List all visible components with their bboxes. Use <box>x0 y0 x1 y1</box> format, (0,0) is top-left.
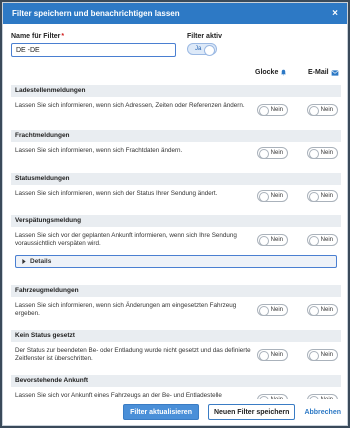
required-mark: * <box>61 33 65 40</box>
section-title: Frachtmeldungen <box>11 130 341 142</box>
section-body: Der Status zur beendeten Be- oder Entlad… <box>11 342 341 375</box>
section-verspaetung: Verspätungsmeldung Lassen Sie sich vor d… <box>11 215 341 285</box>
dialog-title: Filter speichern und benachrichtigen las… <box>12 9 180 18</box>
section-body: Lassen Sie sich informieren, wenn sich d… <box>11 185 341 215</box>
section-title: Statusmeldungen <box>11 173 341 185</box>
bell-toggle[interactable]: Nein <box>257 147 288 159</box>
email-toggle[interactable]: Nein <box>307 190 338 202</box>
section-fahrzeug: Fahrzeugmeldungen Lassen Sie sich inform… <box>11 285 341 330</box>
section-status: Statusmeldungen Lassen Sie sich informie… <box>11 173 341 215</box>
filter-name-input[interactable] <box>11 43 176 57</box>
section-title: Bevorstehende Ankunft <box>11 375 341 387</box>
section-title: Fahrzeugmeldungen <box>11 285 341 297</box>
filter-name-group: Name für Filter* <box>11 33 186 57</box>
bell-toggle[interactable]: Nein <box>257 104 288 116</box>
bell-toggle[interactable]: Nein <box>257 349 288 361</box>
section-description: Der Status zur beendeten Be- oder Entlad… <box>15 347 251 362</box>
email-toggle[interactable]: Nein <box>307 104 338 116</box>
section-title: Verspätungsmeldung <box>11 215 341 227</box>
filter-name-label: Name für Filter* <box>11 33 65 40</box>
filter-form: Name für Filter* Filter aktiv Ja <box>3 24 347 57</box>
dialog-footer: Filter aktualisieren Neuen Filter speich… <box>3 399 347 425</box>
details-expander[interactable]: Details <box>15 255 337 268</box>
update-filter-button[interactable]: Filter aktualisieren <box>123 404 199 420</box>
save-new-filter-button[interactable]: Neuen Filter speichern <box>207 404 296 420</box>
bell-toggle[interactable]: Nein <box>257 190 288 202</box>
bell-column-header: Glocke <box>255 69 287 76</box>
section-description: Lassen Sie sich informieren, wenn sich d… <box>15 190 218 197</box>
filter-dialog: Filter speichern und benachrichtigen las… <box>2 2 348 426</box>
email-toggle[interactable]: Nein <box>307 147 338 159</box>
section-title: Kein Status gesetzt <box>11 330 341 342</box>
bell-toggle[interactable]: Nein <box>257 234 288 246</box>
notification-list: Ladestellenmeldungen Lassen Sie sich inf… <box>11 85 341 407</box>
section-body: Lassen Sie sich informieren, wenn sich A… <box>11 97 341 130</box>
section-description: Lassen Sie sich informieren, wenn sich A… <box>15 102 245 109</box>
section-kein-status: Kein Status gesetzt Der Status zur beend… <box>11 330 341 375</box>
section-body: Lassen Sie sich informieren, wenn sich F… <box>11 142 341 173</box>
section-description: Lassen Sie sich informieren, wenn sich F… <box>15 147 183 154</box>
bell-toggle[interactable]: Nein <box>257 304 288 316</box>
section-description: Lassen Sie sich vor der geplanten Ankunf… <box>15 232 237 247</box>
details-label: Details <box>30 257 52 265</box>
column-headers: Glocke E-Mail <box>3 69 347 79</box>
email-column-header: E-Mail <box>308 69 339 76</box>
filter-active-label: Filter aktiv <box>187 33 223 40</box>
cancel-button[interactable]: Abbrechen <box>304 409 341 416</box>
email-toggle[interactable]: Nein <box>307 234 338 246</box>
section-body: Lassen Sie sich informieren, wenn sich Ä… <box>11 297 341 330</box>
section-ladestellen: Ladestellenmeldungen Lassen Sie sich inf… <box>11 85 341 130</box>
dialog-header: Filter speichern und benachrichtigen las… <box>3 3 347 24</box>
section-body: Lassen Sie sich vor der geplanten Ankunf… <box>11 227 341 285</box>
close-icon[interactable]: × <box>332 8 338 19</box>
filter-active-toggle[interactable]: Ja <box>187 43 217 56</box>
section-fracht: Frachtmeldungen Lassen Sie sich informie… <box>11 130 341 173</box>
email-toggle[interactable]: Nein <box>307 304 338 316</box>
filter-active-group: Filter aktiv Ja <box>187 33 222 57</box>
bell-column-label: Glocke <box>255 69 279 76</box>
email-toggle[interactable]: Nein <box>307 349 338 361</box>
section-description: Lassen Sie sich informieren, wenn sich Ä… <box>15 302 237 317</box>
email-column-label: E-Mail <box>308 69 329 76</box>
caret-right-icon <box>22 259 26 264</box>
envelope-icon <box>331 69 339 76</box>
section-title: Ladestellenmeldungen <box>11 85 341 97</box>
bell-icon <box>281 69 287 76</box>
